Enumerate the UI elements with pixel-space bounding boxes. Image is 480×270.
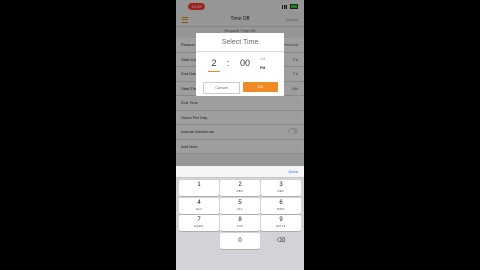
numeric-keyboard: Done 1 2 ABC 3 DEF 4 GHI 5 JKL 6 MNO 7 P…	[176, 166, 304, 270]
key-letters: ABC	[236, 190, 244, 193]
key-digit: 1	[197, 182, 201, 188]
key-digit: 9	[279, 217, 283, 223]
key-letters: TUV	[236, 225, 244, 228]
cancel-button[interactable]: Cancel	[203, 82, 240, 94]
time-separator: :	[227, 58, 230, 68]
phone-screen: 10:00 Time Off Submit Request Time Off R…	[176, 0, 304, 270]
time-picker-dialog: Select Time 2 : 00 AM PM Cancel OK	[196, 33, 284, 96]
key-digit: 6	[279, 200, 283, 206]
pm-option[interactable]: PM	[260, 66, 265, 70]
am-option[interactable]: AM	[260, 57, 265, 61]
key-5[interactable]: 5 JKL	[220, 198, 260, 214]
key-letters: PQRS	[194, 225, 204, 228]
key-digit: 3	[279, 182, 283, 188]
hour-input[interactable]: 2	[208, 58, 220, 72]
key-digit: 2	[238, 182, 242, 188]
key-letters: DEF	[277, 190, 285, 193]
key-digit: 7	[197, 217, 201, 223]
minute-input[interactable]: 00	[237, 58, 253, 68]
key-2[interactable]: 2 ABC	[220, 180, 260, 196]
key-digit: 8	[238, 217, 242, 223]
key-digit: 5	[238, 200, 242, 206]
dialog-title: Select Time	[221, 39, 259, 46]
key-digit: 0	[238, 238, 242, 244]
key-9[interactable]: 9 WXYZ	[261, 215, 301, 231]
key-letters: MNO	[277, 208, 285, 211]
key-4[interactable]: 4 GHI	[179, 198, 219, 214]
key-7[interactable]: 7 PQRS	[179, 215, 219, 231]
key-6[interactable]: 6 MNO	[261, 198, 301, 214]
key-0[interactable]: 0	[220, 233, 260, 249]
key-3[interactable]: 3 DEF	[261, 180, 301, 196]
key-letters: JKL	[237, 208, 243, 211]
divider	[196, 51, 284, 52]
key-digit: 4	[197, 200, 201, 206]
key-1[interactable]: 1	[179, 180, 219, 196]
key-8[interactable]: 8 TUV	[220, 215, 260, 231]
delete-key-icon[interactable]: ⌫	[261, 233, 301, 249]
key-letters: WXYZ	[276, 225, 286, 228]
done-button[interactable]: Done	[288, 169, 298, 174]
key-letters: GHI	[195, 208, 203, 211]
ok-button[interactable]: OK	[243, 82, 278, 92]
keyboard-toolbar: Done	[176, 166, 304, 178]
